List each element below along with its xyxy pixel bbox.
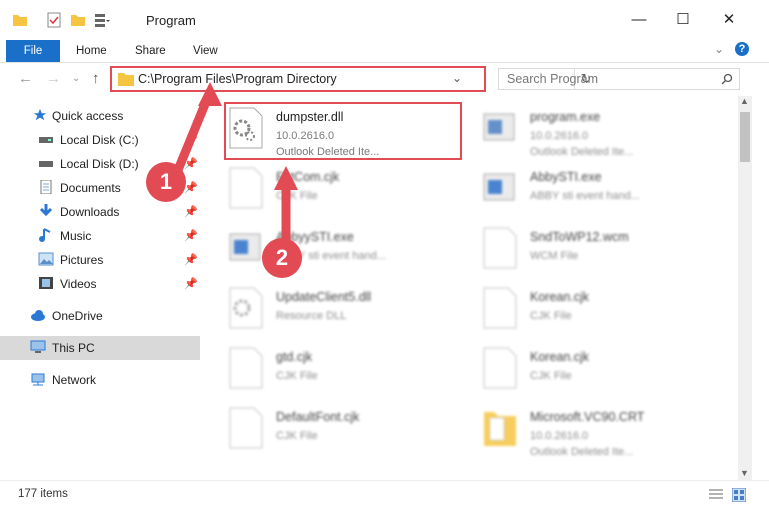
step-badge-2: 2 (262, 238, 302, 278)
step-badge-1: 1 (146, 162, 186, 202)
annotation-arrows (173, 82, 298, 249)
